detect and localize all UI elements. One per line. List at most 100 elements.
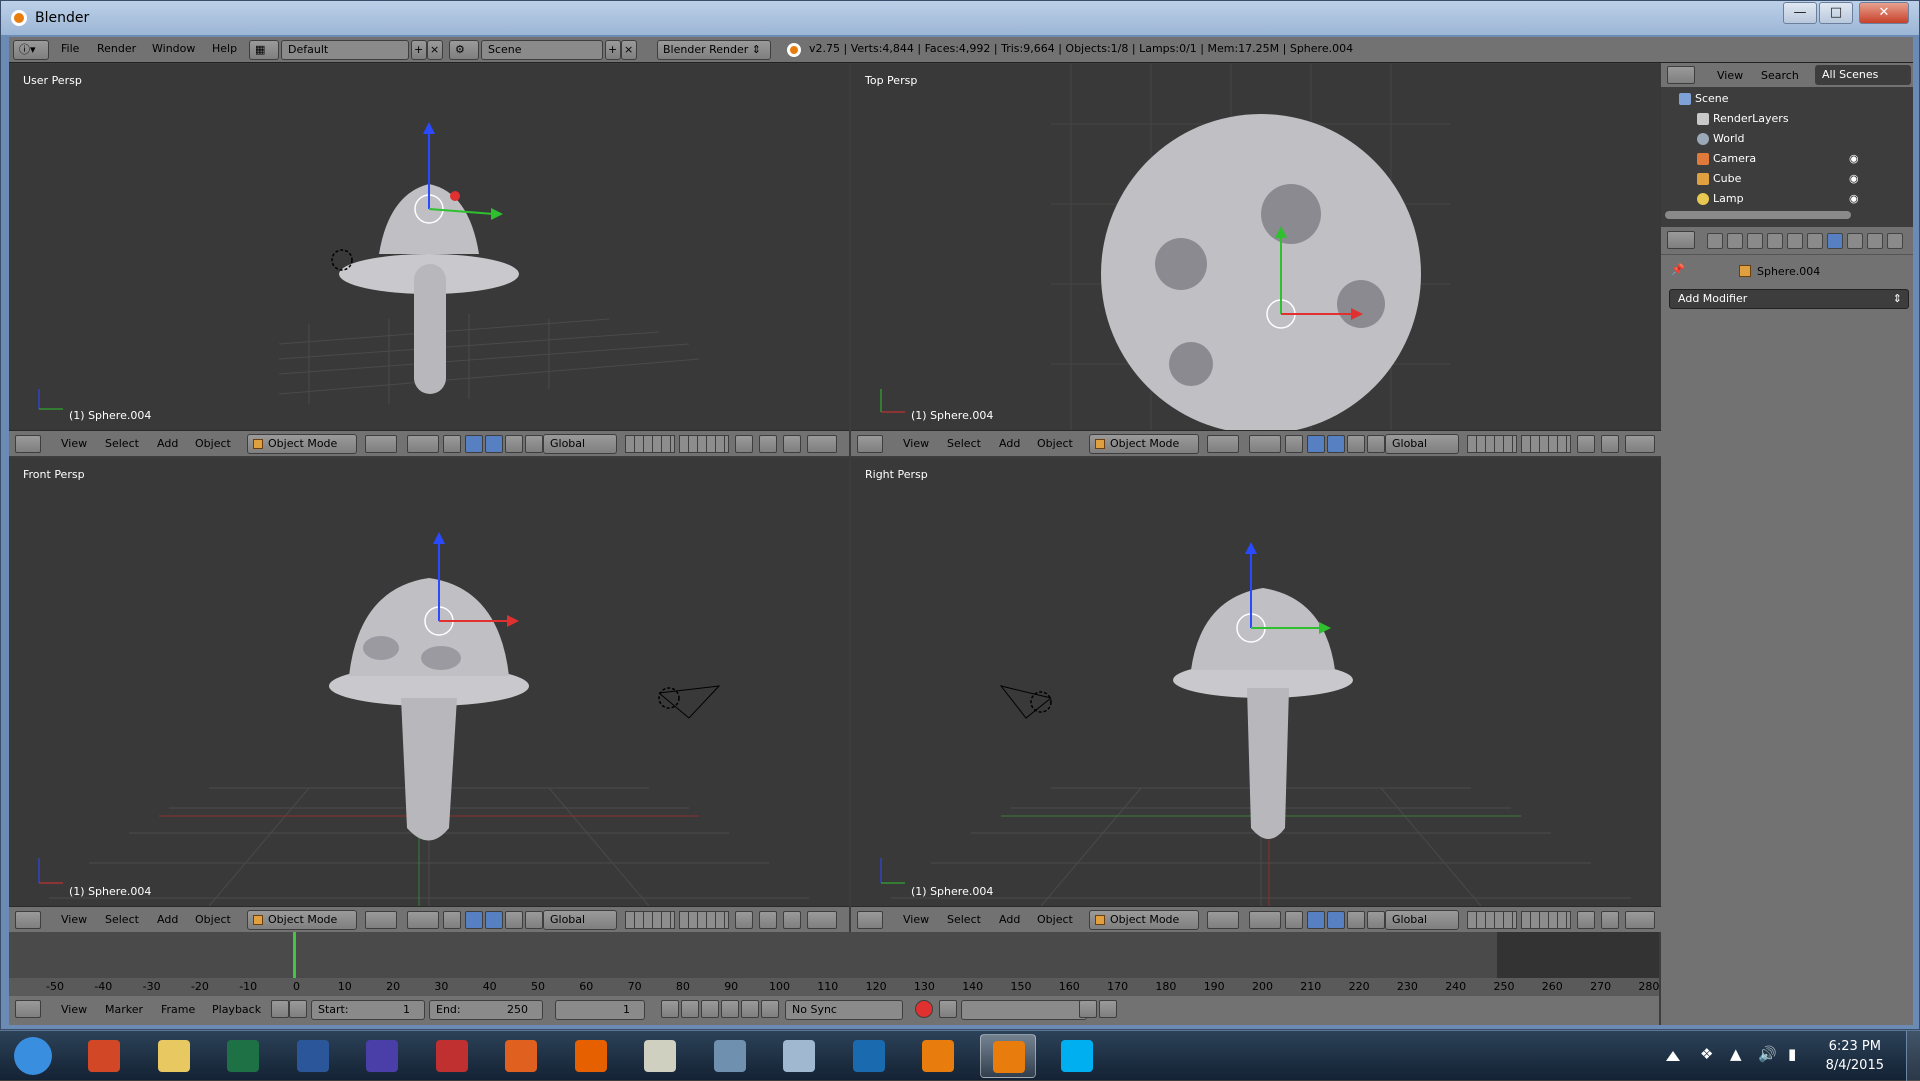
view-menu[interactable]: View	[61, 437, 87, 450]
orientation-select[interactable]: Global	[543, 910, 617, 930]
editor-type-3dview-button[interactable]	[15, 911, 41, 929]
close-button[interactable]: ✕	[1859, 2, 1909, 24]
current-frame-field[interactable]: 1	[555, 1000, 645, 1020]
layer-buttons-2[interactable]	[679, 435, 729, 453]
show-desktop-button[interactable]	[1906, 1031, 1920, 1081]
layout-field[interactable]: Default	[281, 40, 409, 60]
layer-buttons-2[interactable]	[1521, 435, 1571, 453]
editor-type-3dview-button[interactable]	[857, 911, 883, 929]
add-modifier-select[interactable]: Add Modifier ⇕	[1669, 289, 1909, 309]
start-frame-field[interactable]: Start: 1	[311, 1000, 425, 1020]
network-icon[interactable]: ▲	[1730, 1045, 1742, 1063]
select-menu[interactable]: Select	[105, 437, 139, 450]
scale-button[interactable]	[505, 911, 523, 929]
transform-button[interactable]	[525, 435, 543, 453]
proportional-edit-button[interactable]	[783, 911, 801, 929]
pivot-button[interactable]	[1249, 435, 1281, 453]
volume-icon[interactable]: 🔊	[1758, 1045, 1777, 1063]
jump-keyframe-back-button[interactable]	[681, 1000, 699, 1018]
lock-layers-button[interactable]	[1577, 435, 1595, 453]
keying-set-button[interactable]	[939, 1000, 957, 1018]
manipulator-toggle-button[interactable]	[1285, 911, 1303, 929]
orientation-select[interactable]: Global	[543, 434, 617, 454]
taskbar-app[interactable]	[979, 1034, 1036, 1078]
transform-button[interactable]	[1367, 435, 1385, 453]
lock-layers-button[interactable]	[1577, 911, 1595, 929]
pin-icon[interactable]: 📌	[1671, 263, 1685, 276]
eye-icon[interactable]: ◉	[1849, 172, 1859, 185]
scene-field[interactable]: Scene	[481, 40, 603, 60]
start-button[interactable]	[6, 1034, 62, 1078]
world-tab-icon[interactable]	[1767, 233, 1783, 249]
add-menu[interactable]: Add	[999, 913, 1020, 926]
object-menu[interactable]: Object	[1037, 437, 1073, 450]
preview-range-button[interactable]	[271, 1000, 289, 1018]
outliner-view-menu[interactable]: View	[1717, 69, 1743, 82]
lock-layers-button[interactable]	[735, 911, 753, 929]
play-reverse-button[interactable]	[701, 1000, 719, 1018]
taskbar-app[interactable]	[841, 1034, 897, 1078]
view-menu[interactable]: View	[903, 913, 929, 926]
insert-keyframe-button[interactable]	[1079, 1000, 1097, 1018]
editor-type-3dview-button[interactable]	[15, 435, 41, 453]
pivot-button[interactable]	[1249, 911, 1281, 929]
view-menu[interactable]: View	[61, 913, 87, 926]
scale-button[interactable]	[505, 435, 523, 453]
object-menu[interactable]: Object	[1037, 913, 1073, 926]
outliner-item-world[interactable]: World	[1661, 129, 1901, 149]
battery-icon[interactable]: ▮	[1788, 1045, 1796, 1063]
object-tab-icon[interactable]	[1787, 233, 1803, 249]
rotate-button[interactable]	[1327, 911, 1345, 929]
current-frame-indicator[interactable]	[293, 932, 296, 978]
select-menu[interactable]: Select	[105, 913, 139, 926]
snap-button[interactable]	[1625, 435, 1655, 453]
show-hidden-icons-button[interactable]	[1666, 1047, 1680, 1061]
add-menu[interactable]: Add	[157, 913, 178, 926]
layout-icon[interactable]: ▦	[249, 40, 279, 60]
taskbar-app[interactable]	[1049, 1034, 1105, 1078]
outliner-search-menu[interactable]: Search	[1761, 69, 1799, 82]
shading-button[interactable]	[1207, 911, 1239, 929]
render-preview-button[interactable]	[1601, 435, 1619, 453]
layer-buttons-2[interactable]	[679, 911, 729, 929]
layer-buttons[interactable]	[625, 911, 675, 929]
render-preview-button[interactable]	[759, 435, 777, 453]
snap-button[interactable]	[807, 911, 837, 929]
render-preview-button[interactable]	[759, 911, 777, 929]
taskbar-app[interactable]	[76, 1034, 132, 1078]
rotate-button[interactable]	[1327, 435, 1345, 453]
eye-icon[interactable]: ◉	[1849, 152, 1859, 165]
pivot-button[interactable]	[407, 911, 439, 929]
remove-layout-button[interactable]: ×	[427, 40, 443, 60]
material-tab-icon[interactable]	[1867, 233, 1883, 249]
end-frame-field[interactable]: End: 250	[429, 1000, 543, 1020]
object-menu[interactable]: Object	[195, 913, 231, 926]
viewport-top-persp[interactable]: Top Persp (1) Sphere.004	[851, 64, 1661, 430]
viewport-right-persp[interactable]: Right Persp (1) Sphere.004	[851, 458, 1661, 906]
render-preview-button[interactable]	[1601, 911, 1619, 929]
maximize-button[interactable]: □	[1819, 2, 1853, 24]
taskbar-app[interactable]	[771, 1034, 827, 1078]
properties-editor-type-button[interactable]	[1667, 231, 1695, 249]
manipulator-toggle-button[interactable]	[443, 911, 461, 929]
rotate-button[interactable]	[485, 911, 503, 929]
lock-layers-button[interactable]	[735, 435, 753, 453]
modifiers-tab-icon[interactable]	[1827, 233, 1843, 249]
record-button[interactable]	[915, 1000, 933, 1018]
system-clock[interactable]: 6:23 PM 8/4/2015	[1826, 1037, 1884, 1075]
outliner-item-scene[interactable]: Scene	[1661, 89, 1901, 109]
orientation-select[interactable]: Global	[1385, 434, 1459, 454]
layer-buttons[interactable]	[1467, 911, 1517, 929]
taskbar-app[interactable]	[215, 1034, 271, 1078]
pivot-button[interactable]	[407, 435, 439, 453]
play-button[interactable]	[721, 1000, 739, 1018]
translate-button[interactable]	[465, 911, 483, 929]
constraints-tab-icon[interactable]	[1807, 233, 1823, 249]
outliner-item-camera[interactable]: Camera ◉	[1661, 149, 1901, 169]
eye-icon[interactable]: ◉	[1849, 192, 1859, 205]
dropbox-icon[interactable]: ❖	[1700, 1045, 1713, 1063]
taskbar-app[interactable]	[285, 1034, 341, 1078]
add-layout-button[interactable]: +	[411, 40, 427, 60]
transform-button[interactable]	[1367, 911, 1385, 929]
view-menu[interactable]: View	[903, 437, 929, 450]
